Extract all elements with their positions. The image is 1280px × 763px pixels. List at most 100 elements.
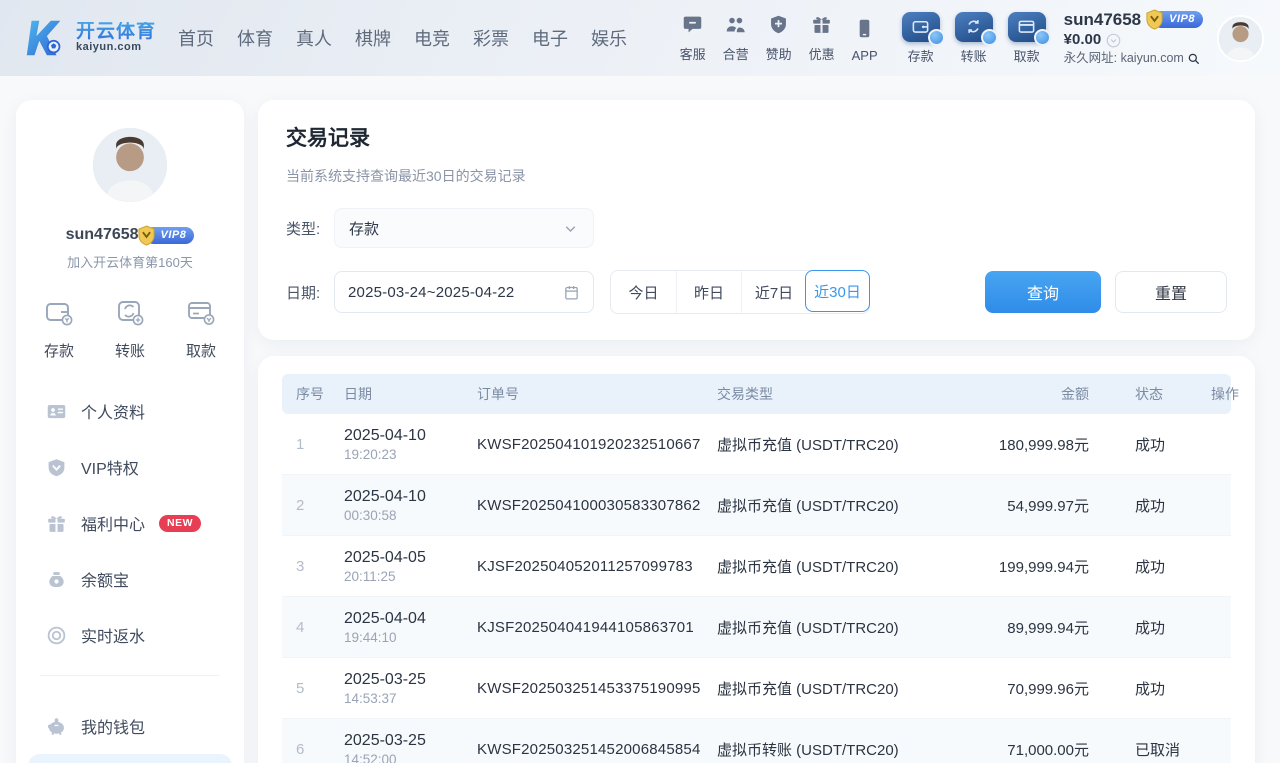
query-button[interactable]: 查询	[985, 271, 1101, 313]
row-order-no: KJSF202504041944105863701	[469, 597, 709, 658]
row-time: 00:30:58	[344, 508, 461, 523]
row-index: 3	[282, 536, 336, 597]
sidebar-menu: 个人资料 VIP特权 福利中心 NEW 余额宝 实时返水	[16, 383, 244, 663]
utility-item-sponsor[interactable]: 赞助	[766, 14, 792, 63]
column-header: 金额	[961, 374, 1111, 414]
date-quick-ranges: 今日昨日近7日近30日	[610, 270, 870, 314]
balance: ¥0.00	[1064, 31, 1102, 50]
sidebar-wallet-menu: 我的钱包 交易记录	[16, 698, 244, 763]
row-action	[1203, 414, 1231, 475]
nav-item-live[interactable]: 真人	[296, 25, 332, 51]
row-action	[1203, 658, 1231, 719]
sidebar-item-label: 实时返水	[81, 623, 145, 647]
avatar-photo	[93, 128, 167, 202]
utility-item-promo[interactable]: 优惠	[809, 14, 835, 63]
row-order-no: KWSF202504101920232510667	[469, 414, 709, 475]
yuebao-icon	[46, 569, 67, 590]
page-title: 交易记录	[286, 122, 1227, 152]
row-time: 19:20:23	[344, 447, 461, 462]
row-amount: 70,999.96元	[961, 658, 1111, 719]
vip-icon	[46, 457, 67, 478]
date-label: 日期:	[286, 282, 334, 303]
user-info: sun47658 VIP8 ¥0.00 永久网址: kaiyun.com	[1064, 9, 1203, 67]
profile-avatar[interactable]	[91, 126, 169, 204]
type-select[interactable]: 存款	[334, 208, 594, 248]
wallet-actions: 存款 转账 取款	[902, 12, 1046, 65]
row-order-no: KWSF202504100030583307862	[469, 475, 709, 536]
sidebar-item-welfare-center[interactable]: 福利中心 NEW	[28, 495, 232, 551]
main-nav: 首页体育真人棋牌电竞彩票电子娱乐	[178, 25, 627, 51]
table-row: 1 2025-04-10 19:20:23 KWSF20250410192023…	[282, 414, 1231, 475]
column-header: 订单号	[469, 374, 709, 414]
row-date: 2025-04-04	[344, 610, 461, 628]
piggy-icon	[46, 716, 67, 737]
welfare-icon	[46, 513, 67, 534]
main-content: 交易记录 当前系统支持查询最近30日的交易记录 类型: 存款 日期: 2025-…	[258, 100, 1255, 763]
nav-item-esports[interactable]: 电竞	[414, 25, 450, 51]
row-time: 19:44:10	[344, 630, 461, 645]
table-row: 6 2025-03-25 14:52:00 KWSF20250325145200…	[282, 719, 1231, 763]
row-date: 2025-03-25	[344, 671, 461, 689]
date-range-option[interactable]: 昨日	[676, 271, 741, 313]
sidebar-item-yuebao[interactable]: 余额宝	[28, 551, 232, 607]
date-range-option[interactable]: 近7日	[741, 271, 806, 313]
quick-action-deposit[interactable]: 存款	[44, 297, 74, 361]
row-action	[1203, 597, 1231, 658]
search-icon[interactable]	[1187, 52, 1201, 66]
row-index: 4	[282, 597, 336, 658]
idcard-icon	[46, 401, 67, 422]
row-status: 成功	[1111, 536, 1203, 597]
row-order-no: KJSF202504052011257099783	[469, 536, 709, 597]
row-time: 14:53:37	[344, 691, 461, 706]
records-table: 序号日期订单号交易类型金额状态操作 1 2025-04-10 19:20:23 …	[282, 374, 1231, 763]
sidebar-item-realtime-rebate[interactable]: 实时返水	[28, 607, 232, 663]
row-transaction-type: 虚拟币转账 (USDT/TRC20)	[709, 719, 961, 763]
brand-logo[interactable]: 开云体育 kaiyun.com	[22, 15, 156, 61]
top-navbar: 开云体育 kaiyun.com 首页体育真人棋牌电竞彩票电子娱乐 客服 合营 赞…	[0, 0, 1280, 76]
nav-item-lottery[interactable]: 彩票	[473, 25, 509, 51]
nav-item-entertainment[interactable]: 娱乐	[591, 25, 627, 51]
row-time: 14:52:00	[344, 752, 461, 763]
quick-action-withdraw[interactable]: 取款	[186, 297, 216, 361]
reset-button[interactable]: 重置	[1115, 271, 1227, 313]
row-transaction-type: 虚拟币充值 (USDT/TRC20)	[709, 658, 961, 719]
date-range-option[interactable]: 近30日	[805, 270, 870, 312]
row-transaction-type: 虚拟币充值 (USDT/TRC20)	[709, 597, 961, 658]
sidebar-item-transaction-records[interactable]: 交易记录	[28, 754, 232, 763]
row-amount: 89,999.94元	[961, 597, 1111, 658]
column-header: 交易类型	[709, 374, 961, 414]
sponsor-icon	[768, 14, 789, 40]
row-amount: 180,999.98元	[961, 414, 1111, 475]
date-range-input[interactable]: 2025-03-24~2025-04-22	[334, 271, 594, 313]
brand-name: 开云体育	[76, 22, 156, 42]
row-action	[1203, 719, 1231, 763]
row-index: 5	[282, 658, 336, 719]
filter-panel: 交易记录 当前系统支持查询最近30日的交易记录 类型: 存款 日期: 2025-…	[258, 100, 1255, 340]
quick-action-transfer[interactable]: 转账	[115, 297, 145, 361]
row-order-no: KWSF202503251452006845854	[469, 719, 709, 763]
row-order-no: KWSF202503251453375190995	[469, 658, 709, 719]
utility-item-partners[interactable]: 合营	[723, 14, 749, 63]
nav-item-slots[interactable]: 电子	[532, 25, 568, 51]
utility-item-customer-service[interactable]: 客服	[680, 14, 706, 63]
date-range-option[interactable]: 今日	[611, 271, 676, 313]
sidebar-item-vip-privileges[interactable]: VIP特权	[28, 439, 232, 495]
sidebar: sun47658 VIP8 加入开云体育第160天 存款 转账 取款 个人资料 …	[16, 100, 244, 763]
user-avatar[interactable]	[1217, 15, 1264, 62]
row-date: 2025-04-05	[344, 549, 461, 567]
wallet-action-transfer[interactable]: 转账	[955, 12, 993, 65]
sidebar-item-my-wallet[interactable]: 我的钱包	[28, 698, 232, 754]
sidebar-item-profile[interactable]: 个人资料	[28, 383, 232, 439]
nav-item-home[interactable]: 首页	[178, 25, 214, 51]
balance-expand-icon[interactable]	[1106, 33, 1121, 48]
nav-item-chess[interactable]: 棋牌	[355, 25, 391, 51]
wallet-action-withdraw[interactable]: 取款	[1008, 12, 1046, 65]
row-status: 成功	[1111, 414, 1203, 475]
utility-item-app[interactable]: APP	[852, 18, 878, 63]
page-subtitle: 当前系统支持查询最近30日的交易记录	[286, 166, 1227, 186]
rebate-icon	[46, 625, 67, 646]
gift-icon	[811, 14, 832, 40]
wallet-action-deposit[interactable]: 存款	[902, 12, 940, 65]
row-date: 2025-03-25	[344, 732, 461, 750]
nav-item-sports[interactable]: 体育	[237, 25, 273, 51]
